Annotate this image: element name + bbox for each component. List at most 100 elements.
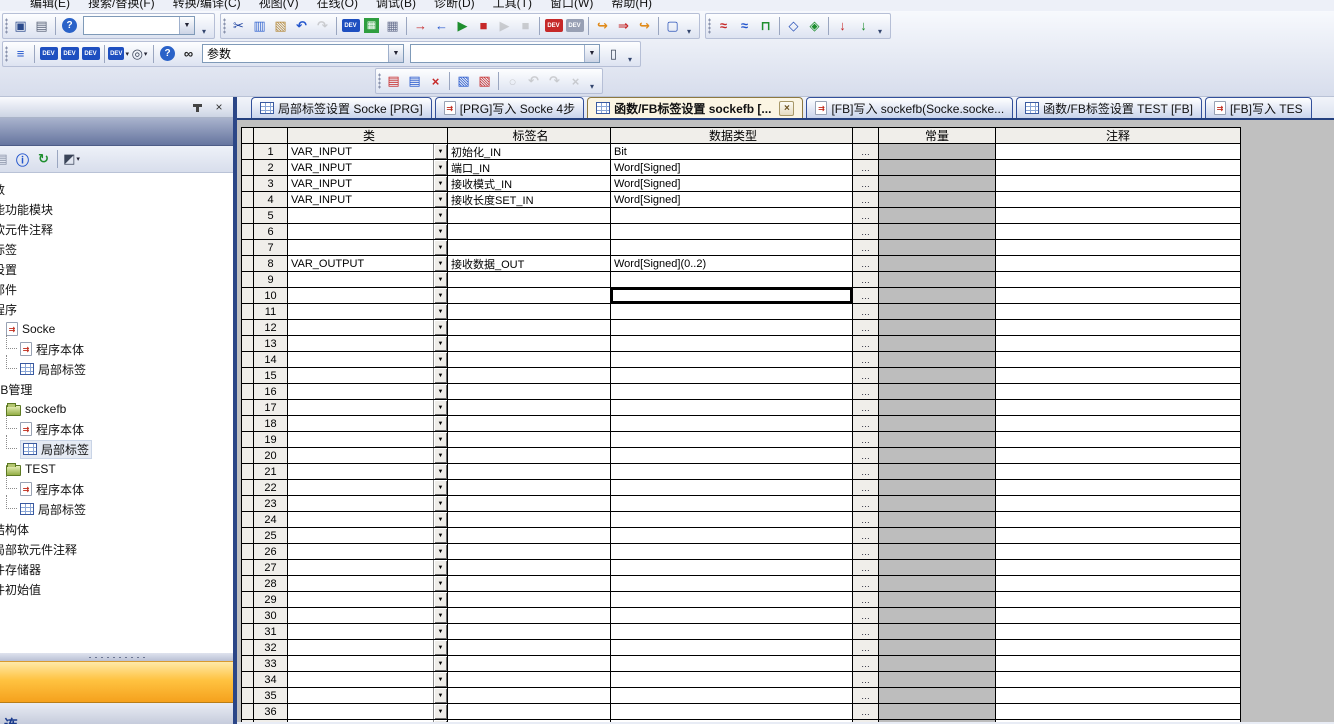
class-cell[interactable]: ▼ xyxy=(288,288,448,304)
label-cell[interactable] xyxy=(448,688,611,704)
device-test-on-icon[interactable]: DEV xyxy=(543,16,564,36)
class-dropdown-icon[interactable]: ▼ xyxy=(433,416,447,431)
pin-icon[interactable] xyxy=(189,100,205,115)
insert-row-icon[interactable]: ▤ xyxy=(383,71,404,91)
datatype-cell[interactable] xyxy=(611,304,853,320)
datatype-browse-button[interactable]: … xyxy=(853,368,879,384)
panel-splitter[interactable] xyxy=(0,653,233,661)
label-cell[interactable] xyxy=(448,272,611,288)
class-cell[interactable]: ▼ xyxy=(288,352,448,368)
undo-icon[interactable]: ↶ xyxy=(291,16,312,36)
class-dropdown-icon[interactable]: ▼ xyxy=(433,352,447,367)
class-dropdown-icon[interactable]: ▼ xyxy=(433,512,447,527)
datatype-browse-button[interactable]: … xyxy=(853,256,879,272)
label-cell[interactable] xyxy=(448,704,611,720)
monitor-pause-icon[interactable]: ▶ xyxy=(494,16,515,36)
new-declaration-after-icon[interactable]: ▧ xyxy=(474,71,495,91)
document-tab[interactable]: [PRG]写入 Socke 4步 xyxy=(435,97,584,118)
comment-cell[interactable] xyxy=(996,704,1241,720)
trace-limit1-icon[interactable]: ↓ xyxy=(832,16,853,36)
label-cell[interactable] xyxy=(448,288,611,304)
datatype-browse-button[interactable]: … xyxy=(853,288,879,304)
comment-cell[interactable] xyxy=(996,224,1241,240)
comment-cell[interactable] xyxy=(996,416,1241,432)
class-cell[interactable]: VAR_INPUT▼ xyxy=(288,192,448,208)
comment-cell[interactable] xyxy=(996,272,1241,288)
class-dropdown-icon[interactable]: ▼ xyxy=(433,192,447,207)
class-dropdown-icon[interactable]: ▼ xyxy=(433,240,447,255)
label-cell[interactable] xyxy=(448,576,611,592)
class-dropdown-icon[interactable]: ▼ xyxy=(433,160,447,175)
datatype-browse-button[interactable]: … xyxy=(853,144,879,160)
class-dropdown-icon[interactable]: ▼ xyxy=(433,176,447,191)
comment-cell[interactable] xyxy=(996,192,1241,208)
chevron-down-icon[interactable]: ▼ xyxy=(179,17,194,34)
tree-item-结构体[interactable]: 结构体 xyxy=(0,519,233,539)
label-cell[interactable]: 接收数据_OUT xyxy=(448,256,611,272)
remote-operation-icon[interactable]: ▢ xyxy=(662,16,683,36)
class-cell[interactable]: ▼ xyxy=(288,688,448,704)
class-cell[interactable]: ▼ xyxy=(288,368,448,384)
class-dropdown-icon[interactable]: ▼ xyxy=(433,432,447,447)
label-cell[interactable] xyxy=(448,608,611,624)
device-find-icon[interactable]: DEV xyxy=(38,44,59,64)
datatype-browse-button[interactable]: … xyxy=(853,624,879,640)
help-icon[interactable]: ? xyxy=(59,16,80,36)
class-cell[interactable]: ▼ xyxy=(288,224,448,240)
monitor-stop-icon[interactable]: ■ xyxy=(473,16,494,36)
comment-cell[interactable] xyxy=(996,640,1241,656)
class-cell[interactable]: ▼ xyxy=(288,336,448,352)
label-cell[interactable] xyxy=(448,400,611,416)
class-dropdown-icon[interactable]: ▼ xyxy=(433,656,447,671)
tree-item-程序本体[interactable]: 程序本体 xyxy=(0,479,233,499)
datatype-cell[interactable] xyxy=(611,592,853,608)
datatype-browse-button[interactable]: … xyxy=(853,512,879,528)
class-cell[interactable]: ▼ xyxy=(288,704,448,720)
datatype-browse-button[interactable]: … xyxy=(853,576,879,592)
label-cell[interactable] xyxy=(448,224,611,240)
class-dropdown-icon[interactable]: ▼ xyxy=(433,384,447,399)
datatype-browse-button[interactable]: … xyxy=(853,720,879,722)
label-cell[interactable] xyxy=(448,528,611,544)
datatype-cell[interactable] xyxy=(611,336,853,352)
datatype-cell[interactable] xyxy=(611,448,853,464)
tree-item-Socke[interactable]: Socke xyxy=(6,319,233,339)
nav-category-selected-bar[interactable] xyxy=(0,661,233,703)
label-cell[interactable] xyxy=(448,336,611,352)
datatype-cell[interactable] xyxy=(611,528,853,544)
class-dropdown-icon[interactable]: ▼ xyxy=(433,592,447,607)
comment-cell[interactable] xyxy=(996,448,1241,464)
comment-cell[interactable] xyxy=(996,496,1241,512)
comment-cell[interactable] xyxy=(996,208,1241,224)
comment-cell[interactable] xyxy=(996,560,1241,576)
tree-item-设置[interactable]: 设置 xyxy=(0,259,233,279)
comment-cell[interactable] xyxy=(996,464,1241,480)
toolbar-overflow-icon[interactable]: ▾ xyxy=(198,15,210,37)
datatype-browse-button[interactable]: … xyxy=(853,176,879,192)
label-cell[interactable] xyxy=(448,592,611,608)
class-dropdown-icon[interactable]: ▼ xyxy=(433,704,447,719)
comment-cell[interactable] xyxy=(996,352,1241,368)
copy-icon[interactable]: ▥ xyxy=(249,16,270,36)
tree-item-FB管理[interactable]: FB管理 xyxy=(0,379,233,399)
help2-icon[interactable]: ? xyxy=(157,44,178,64)
class-cell[interactable]: ▼ xyxy=(288,640,448,656)
find-target-combo[interactable]: 参数▼ xyxy=(202,44,404,63)
datatype-browse-button[interactable]: … xyxy=(853,160,879,176)
redo-icon[interactable]: ↷ xyxy=(312,16,333,36)
toolbar-overflow-icon[interactable]: ▾ xyxy=(624,43,636,65)
class-dropdown-icon[interactable]: ▼ xyxy=(433,208,447,223)
label-cell[interactable] xyxy=(448,512,611,528)
tree-item-件存储器[interactable]: 件存储器 xyxy=(0,559,233,579)
label-cell[interactable] xyxy=(448,448,611,464)
class-cell[interactable]: ▼ xyxy=(288,208,448,224)
cut-icon[interactable]: ✂ xyxy=(228,16,249,36)
comment-cell[interactable] xyxy=(996,400,1241,416)
class-cell[interactable]: ▼ xyxy=(288,240,448,256)
class-cell[interactable]: ▼ xyxy=(288,384,448,400)
comment-cell[interactable] xyxy=(996,368,1241,384)
class-cell[interactable]: VAR_INPUT▼ xyxy=(288,144,448,160)
comment-cell[interactable] xyxy=(996,528,1241,544)
comment-cell[interactable] xyxy=(996,592,1241,608)
device-comment-icon[interactable]: DEV xyxy=(340,16,361,36)
